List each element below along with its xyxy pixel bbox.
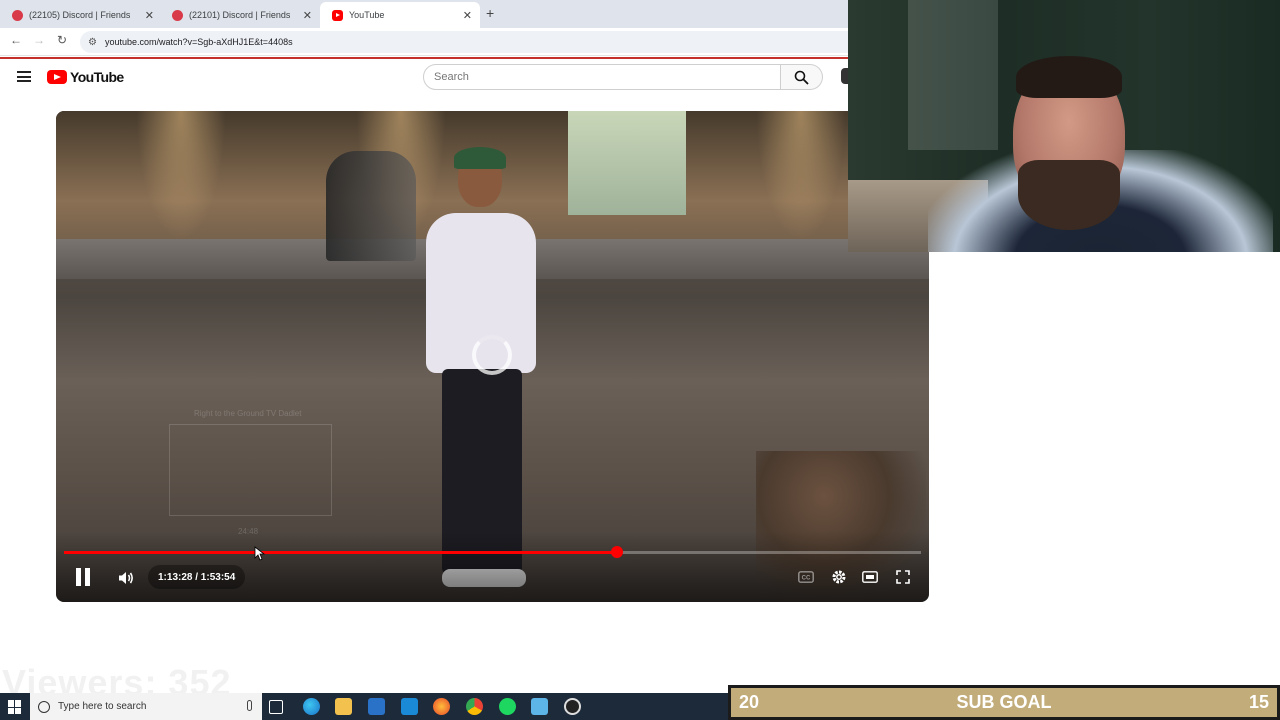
youtube-play-icon bbox=[47, 70, 67, 84]
youtube-logo[interactable]: YouTube bbox=[47, 69, 124, 85]
app-icon[interactable] bbox=[531, 698, 548, 715]
browser-tab-strip: (22105) Discord | Friends ✕ (22101) Disc… bbox=[0, 0, 848, 28]
browser-tab-youtube[interactable]: YouTube ✕ bbox=[320, 2, 480, 28]
search-input[interactable]: Search bbox=[423, 64, 781, 90]
captions-icon[interactable]: CC bbox=[798, 571, 814, 583]
back-arrow-icon[interactable]: ← bbox=[10, 33, 22, 47]
new-tab-button[interactable]: + bbox=[486, 5, 494, 21]
theater-mode-icon[interactable] bbox=[862, 571, 878, 583]
taskbar-search-text: Type here to search bbox=[58, 701, 147, 712]
youtube-logo-text: YouTube bbox=[70, 69, 124, 85]
video-frame-window bbox=[568, 111, 686, 215]
windows-taskbar: Type here to search bbox=[0, 693, 728, 720]
seek-bar-scrubber[interactable] bbox=[610, 546, 623, 558]
tab-label: (22105) Discord | Friends bbox=[29, 10, 131, 20]
menu-icon[interactable] bbox=[17, 71, 31, 82]
sub-goal-current: 20 bbox=[739, 692, 760, 712]
streamer-webcam bbox=[848, 0, 1280, 252]
sub-goal-target: 15 bbox=[1248, 692, 1269, 712]
address-bar[interactable]: ⚙ youtube.com/watch?v=Sgb-aXdHJ1E&t=4408… bbox=[80, 31, 848, 53]
video-player[interactable]: Right to the Ground TV Dadlet 24:48 1:13… bbox=[56, 111, 929, 602]
youtube-header: YouTube Search bbox=[0, 59, 848, 99]
video-frame-person bbox=[406, 147, 546, 591]
obs-icon[interactable] bbox=[564, 698, 581, 715]
windows-start-icon[interactable] bbox=[8, 700, 22, 714]
taskbar-search[interactable]: Type here to search bbox=[30, 693, 262, 720]
microphone-icon[interactable] bbox=[247, 700, 252, 711]
tab-label: (22101) Discord | Friends bbox=[189, 10, 291, 20]
tab-label: YouTube bbox=[349, 10, 385, 20]
search-icon bbox=[38, 700, 50, 713]
seek-preview-thumbnail bbox=[169, 424, 332, 516]
browser-toolbar: ← → ↻ ⚙ youtube.com/watch?v=Sgb-aXdHJ1E&… bbox=[0, 28, 848, 56]
site-info-icon[interactable]: ⚙ bbox=[88, 37, 97, 48]
forward-arrow-icon[interactable]: → bbox=[33, 33, 45, 47]
seek-bar-played bbox=[64, 551, 617, 554]
loading-spinner-icon bbox=[472, 335, 512, 375]
close-tab-icon[interactable]: ✕ bbox=[463, 9, 472, 22]
chrome-icon[interactable] bbox=[466, 698, 483, 715]
close-tab-icon[interactable]: ✕ bbox=[145, 9, 154, 22]
discord-icon bbox=[172, 9, 183, 21]
spotify-icon[interactable] bbox=[499, 698, 516, 715]
youtube-icon bbox=[332, 9, 343, 21]
url-text: youtube.com/watch?v=Sgb-aXdHJ1E&t=4408s bbox=[104, 37, 293, 47]
sub-goal-bar: 20 SUB GOAL 15 bbox=[731, 688, 1277, 717]
browser-tab-discord-1[interactable]: (22105) Discord | Friends ✕ bbox=[0, 2, 162, 28]
video-frame-bystanders bbox=[326, 151, 416, 261]
voice-search-icon[interactable] bbox=[841, 68, 848, 84]
preview-title: Right to the Ground TV Dadlet bbox=[194, 409, 302, 418]
mail-icon[interactable] bbox=[401, 698, 418, 715]
volume-icon[interactable] bbox=[118, 571, 134, 585]
store-icon[interactable] bbox=[368, 698, 385, 715]
settings-gear-icon[interactable] bbox=[831, 569, 847, 585]
close-tab-icon[interactable]: ✕ bbox=[303, 9, 312, 22]
search-icon bbox=[794, 70, 809, 85]
file-explorer-icon[interactable] bbox=[335, 698, 352, 715]
discord-icon bbox=[12, 9, 23, 21]
search-button[interactable] bbox=[781, 64, 823, 90]
seek-bar[interactable] bbox=[64, 546, 921, 558]
pause-button[interactable] bbox=[75, 568, 91, 586]
sub-goal-widget: 20 SUB GOAL 15 bbox=[728, 685, 1280, 720]
task-view-icon[interactable] bbox=[269, 700, 283, 714]
sub-goal-label: SUB GOAL bbox=[956, 692, 1052, 712]
firefox-icon[interactable] bbox=[433, 698, 450, 715]
edge-icon[interactable] bbox=[303, 698, 320, 715]
time-display: 1:13:28 / 1:53:54 bbox=[148, 565, 246, 589]
reload-icon[interactable]: ↻ bbox=[57, 33, 67, 47]
fullscreen-icon[interactable] bbox=[896, 570, 910, 584]
browser-tab-discord-2[interactable]: (22101) Discord | Friends ✕ bbox=[160, 2, 320, 28]
svg-text:CC: CC bbox=[802, 576, 811, 582]
